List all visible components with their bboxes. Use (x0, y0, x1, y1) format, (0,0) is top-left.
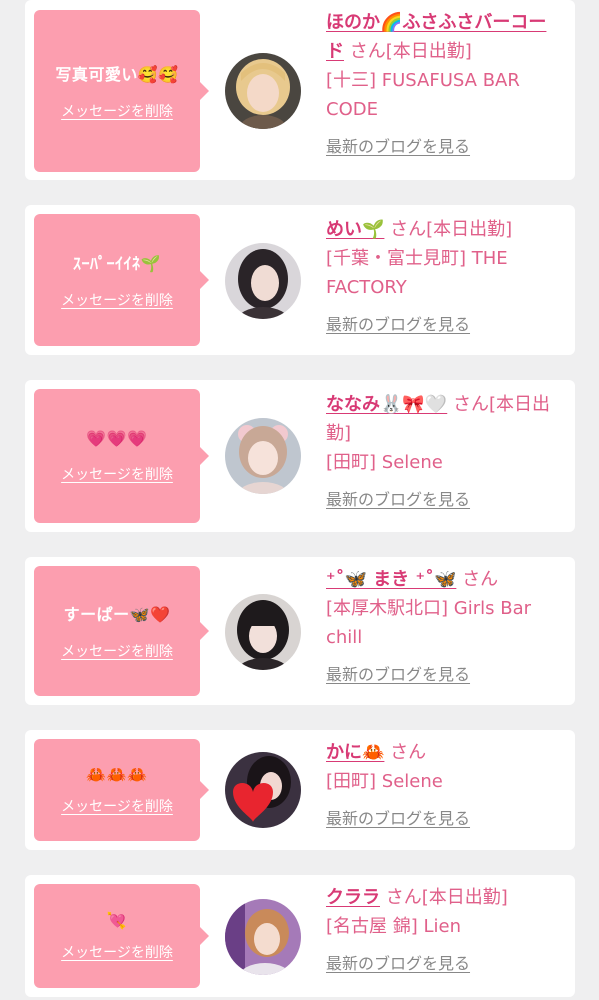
cast-name-link[interactable]: めい🌱 (326, 219, 384, 240)
latest-blog-link[interactable]: 最新のブログを見る (326, 804, 470, 833)
latest-blog-link[interactable]: 最新のブログを見る (326, 949, 470, 978)
delete-message-link[interactable]: メッセージを削除 (61, 290, 173, 310)
shop-name: [千葉・富士見町] THE FACTORY (326, 248, 508, 298)
shop-name: [十三] FUSAFUSA BAR CODE (326, 70, 520, 120)
latest-blog-link[interactable]: 最新のブログを見る (326, 310, 470, 339)
avatar[interactable] (225, 418, 301, 494)
message-text: すーぱー🦋❤️ (63, 605, 171, 624)
cast-status: さん (462, 569, 499, 590)
cast-name-link[interactable]: ななみ🐰🎀🤍 (326, 394, 447, 415)
avatar[interactable] (225, 243, 301, 319)
cast-info: ほのか🌈ふさふさバーコード さん[本日出勤] [十三] FUSAFUSA BAR… (326, 8, 558, 161)
avatar[interactable] (225, 594, 301, 670)
list-item: 写真可愛い🥰🥰 メッセージを削除 ほのか🌈ふさふさバーコード さん[本日出勤] … (25, 0, 575, 180)
message-bubble: 写真可愛い🥰🥰 メッセージを削除 (34, 10, 209, 172)
shop-name: [田町] Selene (326, 452, 443, 473)
avatar[interactable] (225, 53, 301, 129)
message-bubble: 💗💗💗 メッセージを削除 (34, 389, 209, 523)
message-text: 🦀🦀🦀 (86, 764, 148, 784)
cast-info: ななみ🐰🎀🤍 さん[本日出勤] [田町] Selene 最新のブログを見る (326, 390, 558, 514)
latest-blog-link[interactable]: 最新のブログを見る (326, 132, 470, 161)
cast-info: かに🦀 さん [田町] Selene 最新のブログを見る (326, 738, 558, 833)
avatar[interactable] (225, 752, 301, 828)
cast-status: さん[本日出勤] (390, 219, 513, 240)
cast-status: さん (390, 742, 427, 763)
delete-message-link[interactable]: メッセージを削除 (61, 796, 173, 816)
message-bubble: ｽｰﾊﾟｰｲｲﾈ🌱 メッセージを削除 (34, 214, 209, 346)
message-text: ｽｰﾊﾟｰｲｲﾈ🌱 (73, 254, 161, 273)
cast-status: さん[本日出勤] (385, 887, 508, 908)
cast-info: クララ さん[本日出勤] [名古屋 錦] Lien 最新のブログを見る (326, 883, 558, 978)
list-item: 🦀🦀🦀 メッセージを削除 かに🦀 さん [田町] Selene 最新のブログを見… (25, 730, 575, 850)
message-list: 写真可愛い🥰🥰 メッセージを削除 ほのか🌈ふさふさバーコード さん[本日出勤] … (0, 0, 599, 1000)
avatar[interactable] (225, 899, 301, 975)
delete-message-link[interactable]: メッセージを削除 (61, 942, 173, 962)
shop-name: [本厚木駅北口] Girls Bar chill (326, 598, 531, 648)
list-item: ｽｰﾊﾟｰｲｲﾈ🌱 メッセージを削除 めい🌱 さん[本日出勤] [千葉・富士見町… (25, 205, 575, 355)
shop-name: [田町] Selene (326, 771, 443, 792)
message-bubble: すーぱー🦋❤️ メッセージを削除 (34, 566, 209, 696)
delete-message-link[interactable]: メッセージを削除 (61, 101, 173, 121)
message-text: 💗💗💗 (86, 428, 148, 448)
cast-info: めい🌱 さん[本日出勤] [千葉・富士見町] THE FACTORY 最新のブロ… (326, 215, 558, 339)
cast-name-link[interactable]: クララ (326, 887, 380, 908)
latest-blog-link[interactable]: 最新のブログを見る (326, 485, 470, 514)
delete-message-link[interactable]: メッセージを削除 (61, 641, 173, 661)
list-item: 💘 メッセージを削除 クララ さん[本日出勤] [名古屋 錦] Lien 最新の… (25, 875, 575, 997)
list-item: すーぱー🦋❤️ メッセージを削除 ⁺˚🦋 まき ⁺˚🦋 さん [本厚木駅北口] … (25, 557, 575, 705)
message-text: 💘 (106, 910, 128, 930)
list-item: 💗💗💗 メッセージを削除 ななみ🐰🎀🤍 さん[本日出勤] [田町] Selene… (25, 380, 575, 532)
shop-name: [名古屋 錦] Lien (326, 916, 461, 937)
delete-message-link[interactable]: メッセージを削除 (61, 464, 173, 484)
cast-info: ⁺˚🦋 まき ⁺˚🦋 さん [本厚木駅北口] Girls Bar chill 最… (326, 565, 558, 689)
cast-status: さん[本日出勤] (349, 41, 472, 62)
message-bubble: 🦀🦀🦀 メッセージを削除 (34, 739, 209, 841)
cast-name-link[interactable]: かに🦀 (326, 742, 384, 763)
message-bubble: 💘 メッセージを削除 (34, 884, 209, 988)
cast-name-link[interactable]: ⁺˚🦋 まき ⁺˚🦋 (326, 569, 456, 590)
message-text: 写真可愛い🥰🥰 (55, 65, 179, 84)
latest-blog-link[interactable]: 最新のブログを見る (326, 660, 470, 689)
